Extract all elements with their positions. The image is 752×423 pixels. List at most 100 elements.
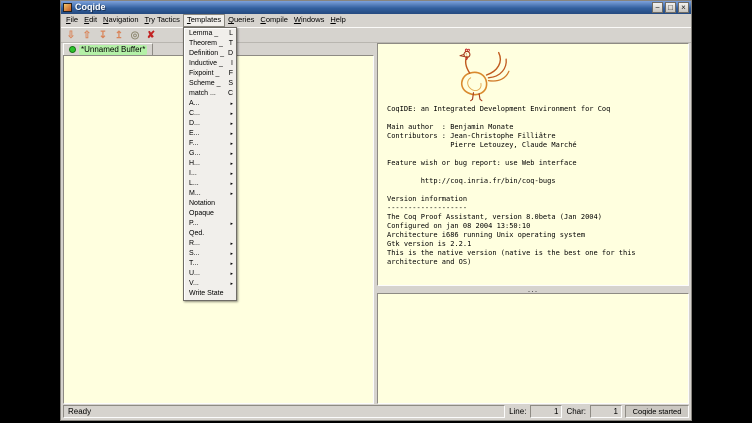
submenu-arrow-icon: ▸ (230, 249, 233, 259)
status-message: Ready (63, 405, 505, 418)
menu-item-label: M... (189, 189, 224, 199)
menu-item[interactable]: P... ▸ (184, 219, 236, 229)
menu-item[interactable]: Qed. ▸ (184, 229, 236, 239)
menu-item-label: Fixpoint _ (189, 69, 226, 79)
char-value: 1 (590, 405, 622, 418)
goal-panel[interactable] (377, 293, 689, 404)
menu-item-label: S... (189, 249, 224, 259)
splitter-grip-icon: ... (528, 288, 539, 291)
menubar-item[interactable]: Queries (225, 14, 257, 27)
menu-item[interactable]: Notation ▸ (184, 199, 236, 209)
menu-item-shortcut: C (228, 89, 233, 99)
submenu-arrow-icon: ▸ (230, 259, 233, 269)
line-label: Line: (508, 405, 527, 418)
menu-item[interactable]: R... ▸ (184, 239, 236, 249)
menu-item-shortcut: S (228, 79, 233, 89)
menu-item-label: match ... (189, 89, 225, 99)
submenu-arrow-icon: ▸ (230, 109, 233, 119)
menu-item[interactable]: Write State ▸ (184, 289, 236, 299)
menu-item[interactable]: M... ▸ (184, 189, 236, 199)
toolbar: ⇩ ⇧ ↧ ↥ ◎ ✘ (61, 27, 691, 43)
menubar-item[interactable]: Edit (81, 14, 100, 27)
titlebar[interactable]: Coqide − □ × (61, 1, 691, 14)
menu-item-label: A... (189, 99, 224, 109)
menu-item-label: U... (189, 269, 224, 279)
window-control-icon: × (681, 3, 686, 12)
menu-item-label: Qed. (189, 229, 230, 239)
menu-item-shortcut: T (229, 39, 233, 49)
submenu-arrow-icon: ▸ (230, 219, 233, 229)
toolbar-button[interactable]: ⇩ (64, 29, 78, 42)
menu-item[interactable]: V... ▸ (184, 279, 236, 289)
menu-item[interactable]: U... ▸ (184, 269, 236, 279)
menu-item-label: Theorem _ (189, 39, 226, 49)
menu-item-label: Write State (189, 289, 230, 299)
char-label: Char: (565, 405, 587, 418)
logo-area (378, 44, 688, 103)
menu-item-label: G... (189, 149, 224, 159)
window-controls: − □ × (652, 2, 689, 13)
menu-item[interactable]: I... ▸ (184, 169, 236, 179)
menu-item-label: Opaque (189, 209, 230, 219)
menu-item[interactable]: L... ▸ (184, 179, 236, 189)
menubar-item[interactable]: Try Tactics (142, 14, 183, 27)
menu-item[interactable]: F... ▸ (184, 139, 236, 149)
statusbar: Ready Line: 1 Char: 1 Coqide started (61, 404, 691, 420)
menu-item[interactable]: Lemma _ L ▸ (184, 29, 236, 39)
tab-label: *Unnamed Buffer* (79, 45, 147, 55)
menu-item[interactable]: T... ▸ (184, 259, 236, 269)
line-value: 1 (530, 405, 562, 418)
menu-item[interactable]: Theorem _ T ▸ (184, 39, 236, 49)
toolbar-icon: ◎ (131, 29, 140, 42)
submenu-arrow-icon: ▸ (230, 159, 233, 169)
menu-item-shortcut: F (229, 69, 233, 79)
toolbar-icon: ⇩ (67, 29, 75, 42)
menu-item-label: Inductive _ (189, 59, 228, 69)
menubar-item[interactable]: Compile (257, 14, 291, 27)
menu-item-shortcut: L (229, 29, 233, 39)
window-control-icon: □ (668, 3, 673, 12)
menu-item-label: T... (189, 259, 224, 269)
menu-item[interactable]: S... ▸ (184, 249, 236, 259)
message-panel[interactable]: CoqIDE: an Integrated Development Enviro… (377, 43, 689, 286)
window-control-button[interactable]: □ (665, 2, 676, 13)
menu-item[interactable]: D... ▸ (184, 119, 236, 129)
menu-item[interactable]: Inductive _ I ▸ (184, 59, 236, 69)
window-control-button[interactable]: − (652, 2, 663, 13)
menu-item[interactable]: match ... C ▸ (184, 89, 236, 99)
menubar: File Edit Navigation Try Tactics Templat… (61, 14, 691, 27)
submenu-arrow-icon: ▸ (230, 189, 233, 199)
menu-item[interactable]: C... ▸ (184, 109, 236, 119)
menu-item[interactable]: A... ▸ (184, 99, 236, 109)
menu-item[interactable]: Fixpoint _ F ▸ (184, 69, 236, 79)
toolbar-button[interactable]: ↧ (96, 29, 110, 42)
submenu-arrow-icon: ▸ (230, 139, 233, 149)
menubar-item[interactable]: Navigation (100, 14, 141, 27)
menubar-item[interactable]: Help (327, 14, 348, 27)
app-icon (63, 3, 72, 12)
menu-item-label: D... (189, 119, 224, 129)
toolbar-button[interactable]: ⇧ (80, 29, 94, 42)
menu-item[interactable]: Scheme _ S ▸ (184, 79, 236, 89)
menu-item[interactable]: G... ▸ (184, 149, 236, 159)
tab-unnamed-buffer[interactable]: *Unnamed Buffer* (63, 43, 153, 55)
submenu-arrow-icon: ▸ (230, 99, 233, 109)
toolbar-button[interactable]: ✘ (144, 29, 158, 42)
menu-item-label: Lemma _ (189, 29, 226, 39)
pane-splitter[interactable]: ... (377, 286, 689, 293)
menu-item[interactable]: Definition _ D ▸ (184, 49, 236, 59)
menu-item-label: I... (189, 169, 224, 179)
toolbar-button[interactable]: ↥ (112, 29, 126, 42)
menu-item-label: P... (189, 219, 224, 229)
menubar-item[interactable]: Templates (183, 14, 225, 27)
toolbar-button[interactable]: ◎ (128, 29, 142, 42)
submenu-arrow-icon: ▸ (230, 269, 233, 279)
window-control-button[interactable]: × (678, 2, 689, 13)
menu-item-label: V... (189, 279, 224, 289)
menubar-item[interactable]: File (63, 14, 81, 27)
menu-item[interactable]: H... ▸ (184, 159, 236, 169)
menubar-item[interactable]: Windows (291, 14, 327, 27)
toolbar-icon: ⇧ (83, 29, 91, 42)
menu-item[interactable]: E... ▸ (184, 129, 236, 139)
menu-item[interactable]: Opaque ▸ (184, 209, 236, 219)
